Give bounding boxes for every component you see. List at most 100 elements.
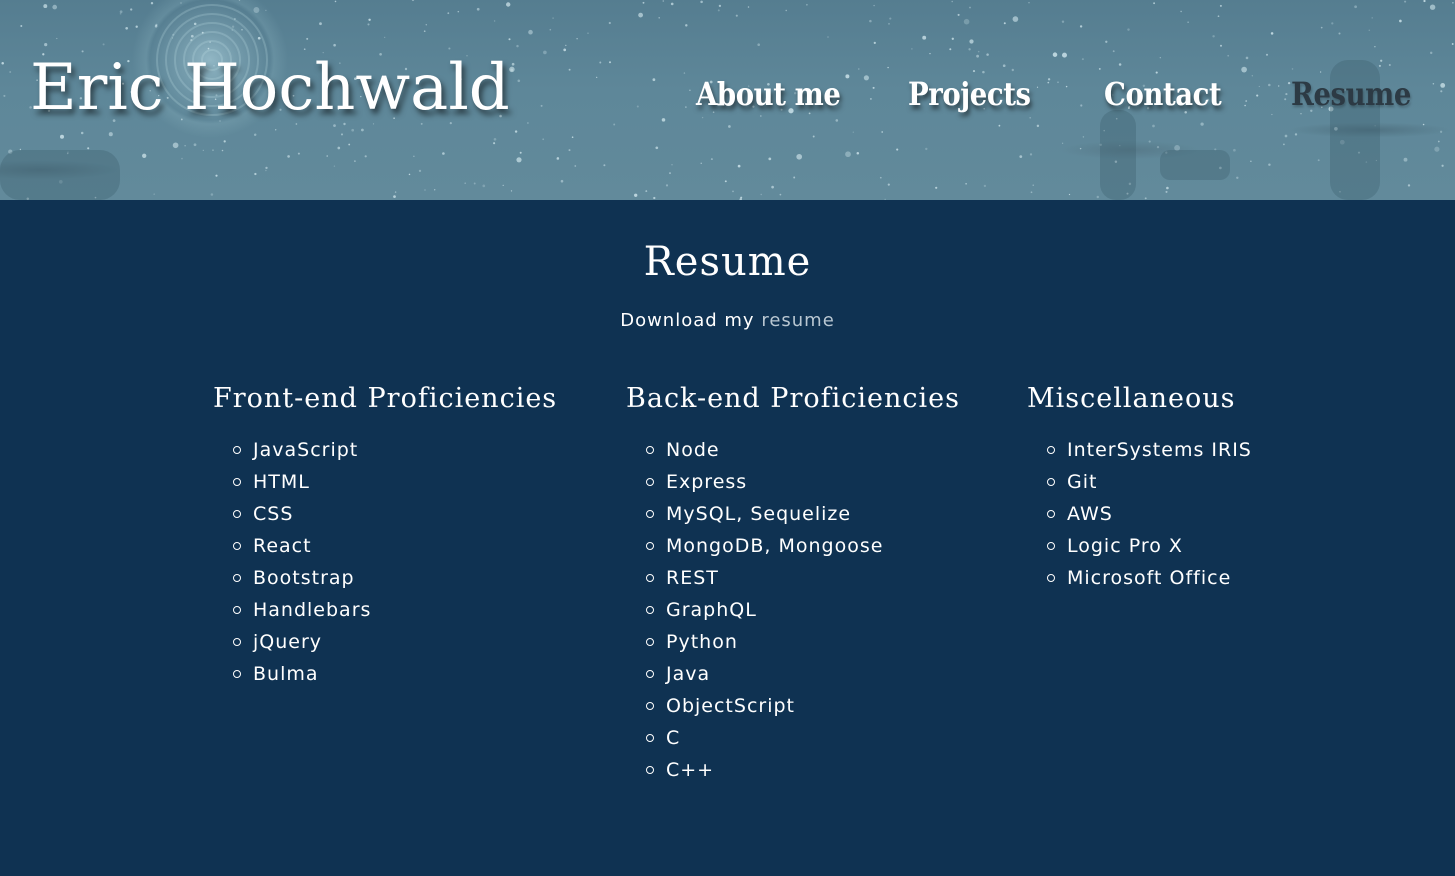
star-dot (43, 4, 48, 9)
bullet-icon (646, 734, 654, 742)
skill-label: Express (666, 471, 748, 493)
star-dot (527, 122, 529, 124)
back-end-column: Back-end Proficiencies Node Express MySQ… (626, 380, 960, 786)
skill-label: HTML (253, 471, 310, 493)
star-dot (873, 41, 876, 45)
nav-resume[interactable]: Resume (1291, 72, 1411, 116)
star-dot (238, 0, 241, 1)
star-dot (354, 160, 356, 162)
star-dot (367, 23, 370, 26)
star-dot (949, 48, 952, 51)
star-dot (221, 149, 224, 152)
star-dot (568, 68, 571, 71)
star-dot (658, 17, 660, 19)
star-dot (1388, 64, 1391, 66)
star-dot (80, 131, 84, 135)
star-dot (873, 4, 875, 7)
skill-label: MongoDB, Mongoose (666, 535, 884, 557)
bullet-icon (233, 478, 241, 486)
bullet-icon (233, 670, 241, 678)
star-dot (181, 157, 183, 160)
nav-about-me[interactable]: About me (696, 72, 841, 116)
star-dot (1052, 52, 1058, 57)
star-dot (190, 34, 194, 38)
star-dot (983, 184, 987, 188)
skill-label: REST (666, 567, 719, 589)
list-item: C (646, 722, 960, 754)
nav-contact[interactable]: Contact (1104, 72, 1222, 116)
star-dot (1368, 29, 1371, 31)
skill-label: Python (666, 631, 738, 653)
star-dot (1404, 0, 1407, 3)
star-dot (1220, 44, 1222, 47)
star-dot (253, 133, 257, 137)
star-dot (845, 151, 851, 158)
star-dot (1062, 52, 1067, 58)
star-dot (747, 6, 750, 8)
bullet-icon (646, 446, 654, 454)
star-dot (130, 8, 133, 11)
list-item: Bootstrap (233, 562, 557, 594)
star-dot (180, 2, 182, 4)
star-dot (265, 166, 268, 170)
star-dot (718, 4, 722, 8)
list-item: Java (646, 658, 960, 690)
star-dot (760, 193, 762, 196)
star-dot (361, 128, 364, 132)
star-dot (1152, 124, 1155, 128)
star-dot (793, 176, 796, 179)
star-dot (724, 180, 727, 183)
star-dot (986, 53, 989, 56)
star-dot (413, 155, 415, 157)
skill-label: InterSystems IRIS (1067, 439, 1252, 461)
bullet-icon (646, 510, 654, 518)
star-dot (827, 36, 829, 38)
star-dot (333, 165, 336, 167)
star-dot (779, 193, 782, 196)
star-dot (510, 190, 513, 192)
star-dot (1265, 53, 1269, 56)
list-item: Microsoft Office (1047, 562, 1252, 594)
star-dot (963, 18, 970, 25)
star-dot (334, 0, 337, 3)
star-dot (887, 183, 890, 186)
skill-label: Bulma (253, 663, 319, 685)
star-dot (552, 17, 554, 19)
front-end-column: Front-end Proficiencies JavaScript HTML … (213, 380, 557, 690)
resume-download-link[interactable]: resume (761, 310, 834, 331)
star-dot (1212, 35, 1215, 38)
bullet-icon (646, 606, 654, 614)
star-dot (1227, 54, 1230, 57)
star-dot (911, 48, 913, 50)
star-dot (1166, 186, 1169, 190)
star-dot (858, 68, 860, 70)
bullet-icon (646, 702, 654, 710)
nav-projects[interactable]: Projects (908, 72, 1031, 116)
star-dot (1291, 68, 1294, 70)
main-nav: About me Projects Contact Resume (0, 72, 1455, 120)
star-dot (935, 186, 938, 189)
star-dot (700, 0, 703, 4)
skill-label: Bootstrap (253, 567, 355, 589)
star-dot (806, 3, 808, 6)
star-dot (655, 146, 659, 150)
star-dot (925, 147, 928, 151)
star-dot (1378, 64, 1381, 67)
list-item: Bulma (233, 658, 557, 690)
star-dot (1320, 26, 1323, 29)
star-dot (364, 155, 367, 158)
star-dot (433, 189, 436, 191)
list-item: ObjectScript (646, 690, 960, 722)
star-dot (700, 162, 702, 164)
star-dot (1003, 22, 1006, 25)
star-dot (896, 148, 899, 151)
star-dot (771, 185, 774, 189)
star-dot (1338, 32, 1341, 35)
star-dot (340, 133, 344, 136)
star-dot (1165, 190, 1168, 193)
star-dot (735, 14, 738, 17)
list-item: Python (646, 626, 960, 658)
star-dot (812, 135, 815, 138)
star-dot (1283, 143, 1285, 146)
star-dot (1217, 15, 1220, 18)
